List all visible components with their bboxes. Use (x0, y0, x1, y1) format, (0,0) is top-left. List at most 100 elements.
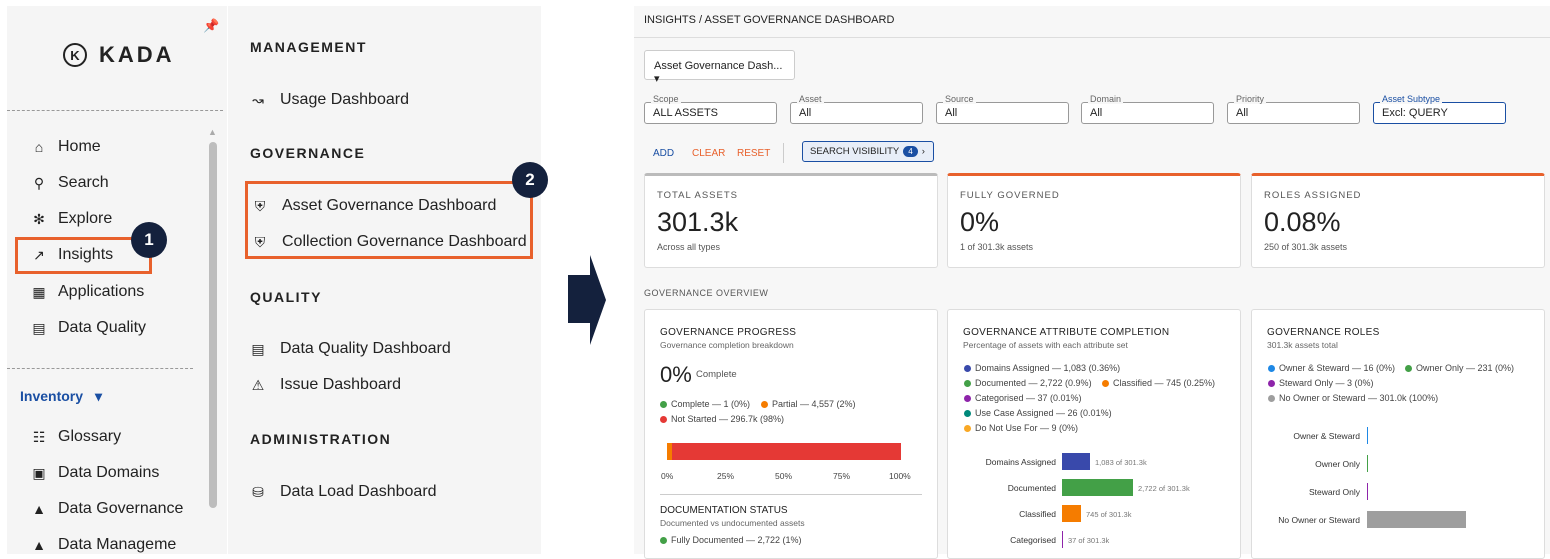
legend-label: Owner & Steward — 16 (0%) (1279, 363, 1396, 373)
legend-dot (1102, 379, 1109, 387)
nav-item-applications[interactable]: ▦ Applications (31, 283, 144, 301)
filter-priority[interactable]: Priority All (1227, 94, 1360, 124)
bar (1062, 453, 1090, 470)
reset-button[interactable]: RESET (737, 148, 770, 159)
panel-title: GOVERNANCE ATTRIBUTE COMPLETION (963, 327, 1170, 338)
clear-button[interactable]: CLEAR (692, 148, 725, 159)
data-domains-icon: ▣ (32, 464, 46, 481)
panel-subtitle: Governance completion breakdown (660, 340, 794, 350)
legend-label: Not Started — 296.7k (98%) (671, 414, 785, 424)
filter-value: All (799, 107, 812, 119)
legend-dot (660, 400, 667, 408)
menu-item-data-load-dashboard[interactable]: ⛁ Data Load Dashboard (250, 483, 436, 501)
breadcrumb: INSIGHTS / ASSET GOVERNANCE DASHBOARD (644, 14, 895, 26)
axis-tick: 25% (717, 471, 735, 481)
bar-label: Owner Only (1315, 459, 1360, 469)
progress-stacked-bar (667, 443, 901, 460)
search-icon: ⚲ (33, 174, 45, 191)
divider (634, 37, 1550, 38)
bar (1367, 511, 1466, 528)
scroll-up-icon[interactable]: ▲ (208, 127, 217, 137)
legend-item: Categorised — 37 (0.01%) (964, 393, 1082, 403)
callout-badge-2: 2 (512, 162, 548, 198)
filter-value: All (945, 107, 958, 119)
arrow-right-icon (568, 255, 606, 345)
bar-label: No Owner or Steward (1278, 515, 1360, 525)
filter-value: All (1090, 107, 1103, 119)
section-governance: GOVERNANCE (250, 145, 366, 161)
caret-down-icon: ▾ (654, 73, 660, 85)
nav-label: Data Domains (58, 464, 160, 481)
filter-label: Asset (797, 94, 824, 104)
scrollbar-thumb[interactable] (209, 142, 217, 508)
inventory-toggle[interactable]: Inventory ▾ (20, 388, 102, 405)
home-icon: ⌂ (34, 139, 44, 155)
bar-value-label: 2,722 of 301.3k (1138, 484, 1190, 493)
bar (1367, 427, 1368, 444)
nav-item-home[interactable]: ⌂ Home (31, 138, 101, 156)
legend-dot (660, 536, 667, 544)
data-quality-icon: ▤ (251, 340, 265, 357)
nav-item-glossary[interactable]: ☷ Glossary (31, 428, 121, 446)
dashboard-select-value: Asset Governance Dash... (654, 60, 783, 72)
legend-label: No Owner or Steward — 301.0k (100%) (1279, 393, 1439, 403)
callout-box-2 (245, 181, 533, 259)
kpi-subtitle: 1 of 301.3k assets (960, 242, 1034, 252)
kpi-fully-governed: FULLY GOVERNED 0% 1 of 301.3k assets (947, 173, 1241, 268)
kpi-value: 301.3k (657, 207, 739, 237)
legend-label: Do Not Use For — 9 (0%) (975, 423, 1079, 433)
governance-dashboard: INSIGHTS / ASSET GOVERNANCE DASHBOARD As… (634, 6, 1550, 559)
legend-dot (964, 424, 971, 432)
legend-dot (1268, 379, 1275, 387)
bar (1062, 505, 1081, 522)
legend-item: Documented — 2,722 (0.9%) (964, 378, 1092, 388)
filter-asset-subtype[interactable]: Asset Subtype Excl: QUERY (1373, 94, 1506, 124)
filter-label: Priority (1234, 94, 1267, 104)
axis-tick: 100% (889, 471, 911, 481)
filter-scope[interactable]: Scope ALL ASSETS (644, 94, 777, 124)
filter-label: Scope (651, 94, 681, 104)
governance-roles-panel: GOVERNANCE ROLES 301.3k assets total Own… (1251, 309, 1545, 559)
legend-label: Owner Only — 231 (0%) (1416, 363, 1515, 373)
search-visibility-button[interactable]: SEARCH VISIBILITY 4 › (802, 141, 934, 162)
bar-label: Categorised (1010, 535, 1056, 545)
legend-item: Classified — 745 (0.25%) (1102, 378, 1215, 388)
nav-label: Home (58, 138, 101, 155)
menu-item-data-quality-dashboard[interactable]: ▤ Data Quality Dashboard (250, 340, 450, 358)
bar-value-label: 745 of 301.3k (1086, 510, 1132, 519)
filter-source[interactable]: Source All (936, 94, 1069, 124)
scrollbar[interactable]: ▲ (208, 127, 217, 510)
logo[interactable]: K KADA (63, 42, 175, 68)
panel-subtitle: 301.3k assets total (1267, 340, 1338, 350)
nav-label: Data Manageme (58, 536, 177, 553)
legend-item: Steward Only — 3 (0%) (1268, 378, 1374, 388)
filter-asset[interactable]: Asset All (790, 94, 923, 124)
add-button[interactable]: ADD (653, 148, 674, 159)
pin-icon[interactable]: 📌 (203, 18, 219, 34)
legend-label: Categorised — 37 (0.01%) (975, 393, 1082, 403)
legend-dot (964, 379, 971, 387)
kpi-subtitle: 250 of 301.3k assets (1264, 242, 1348, 252)
dashboard-select[interactable]: Asset Governance Dash... ▾ (644, 50, 795, 85)
nav-label: Data Quality (58, 319, 147, 336)
legend-dot (964, 394, 971, 402)
bar (1367, 483, 1368, 500)
nav-item-data-governance[interactable]: ▲ Data Governance (31, 500, 183, 518)
filter-domain[interactable]: Domain All (1081, 94, 1214, 124)
kpi-title: ROLES ASSIGNED (1264, 190, 1362, 201)
nav-item-data-domains[interactable]: ▣ Data Domains (31, 464, 159, 482)
progress-value: 0% (660, 362, 692, 387)
nav-label: Glossary (58, 428, 122, 445)
nav-item-explore[interactable]: ✻ Explore (31, 210, 112, 228)
filter-label: Domain (1088, 94, 1124, 104)
nav-item-search[interactable]: ⚲ Search (31, 174, 109, 192)
kada-logo-icon: K (63, 43, 87, 67)
kpi-value: 0% (960, 207, 1000, 237)
progress-value-label: Complete (696, 369, 737, 380)
nav-item-data-quality[interactable]: ▤ Data Quality (31, 319, 146, 337)
legend-dot (660, 415, 667, 423)
menu-item-issue-dashboard[interactable]: ⚠ Issue Dashboard (250, 376, 401, 394)
nav-item-data-management[interactable]: ▲ Data Manageme (31, 536, 176, 554)
kpi-roles-assigned: ROLES ASSIGNED 0.08% 250 of 301.3k asset… (1251, 173, 1545, 268)
menu-item-usage-dashboard[interactable]: ↝ Usage Dashboard (250, 91, 409, 109)
